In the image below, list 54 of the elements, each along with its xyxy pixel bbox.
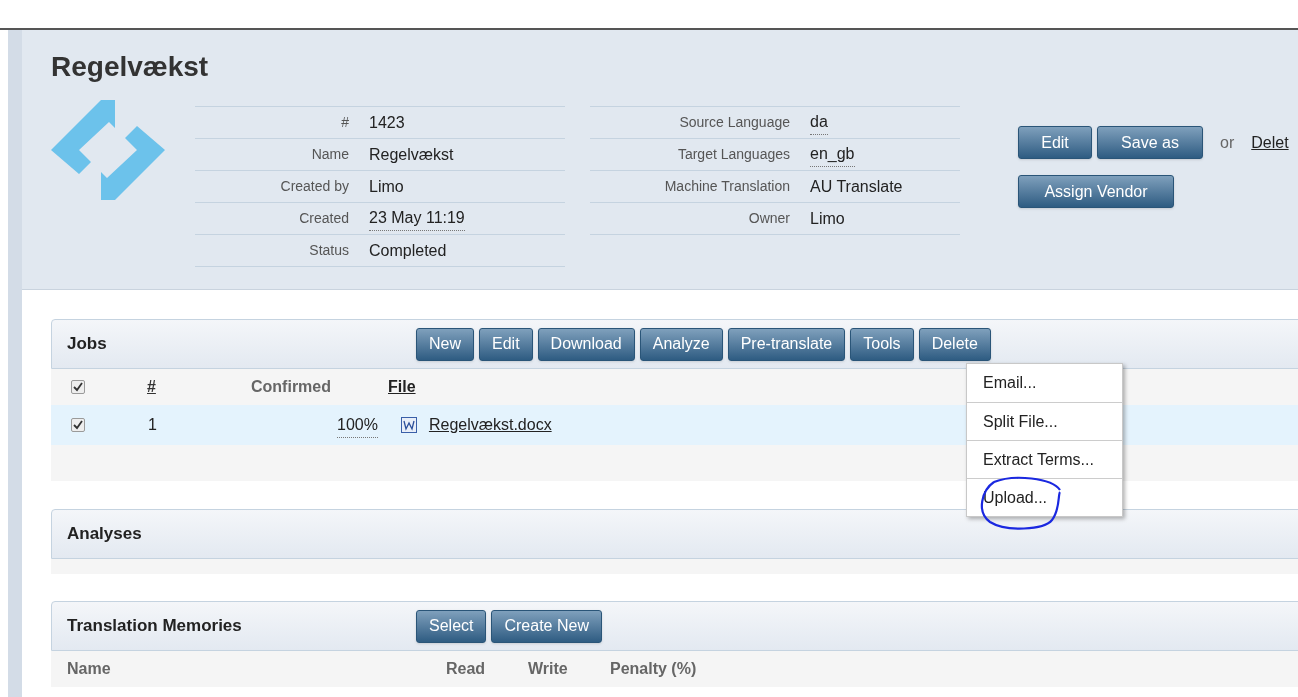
toolbar-button[interactable]: Edit (479, 327, 533, 361)
toolbar-button[interactable]: Create New (491, 609, 602, 643)
field-value: AU Translate (810, 176, 903, 197)
table-cell-text: 1 (147, 415, 158, 435)
field-label: Machine Translation (663, 177, 791, 196)
menu-item[interactable]: Split File... (967, 409, 1058, 434)
action-button[interactable]: Edit (1018, 126, 1092, 159)
field-value: Limo (369, 176, 404, 197)
column-header: Write (528, 659, 569, 679)
panel-title: Jobs (66, 333, 108, 356)
toolbar-button[interactable]: Analyze (639, 327, 723, 361)
toolbar-button[interactable]: Tools (850, 327, 914, 361)
field-label: Created (298, 209, 350, 228)
sync-arrows-icon (51, 100, 165, 200)
field-value: Limo (810, 208, 845, 229)
document-icon (400, 417, 417, 433)
menu-item[interactable]: Extract Terms... (967, 447, 1094, 472)
toolbar-button[interactable]: Select (416, 609, 487, 643)
field-label: Status (308, 241, 350, 260)
action-button[interactable]: Save as (1097, 126, 1203, 159)
field-value: da (810, 110, 828, 135)
field-label: Owner (747, 209, 791, 228)
project-title: Regelvækst (51, 50, 210, 84)
field-value: en_gb (810, 142, 855, 167)
field-value: Regelvækst (369, 144, 454, 165)
toolbar-button[interactable]: New (416, 327, 474, 361)
field-label: # (340, 113, 350, 132)
panel-title: Translation Memories (66, 615, 243, 638)
checkbox[interactable] (71, 380, 85, 394)
column-header: Penalty (%) (610, 659, 697, 679)
toolbar-button[interactable]: Pre-translate (727, 327, 846, 361)
field-label: Created by (279, 177, 350, 196)
field-value: 23 May 11:19 (369, 206, 465, 231)
column-header[interactable]: File (388, 375, 416, 399)
field-value: 1423 (369, 112, 405, 133)
table-cell: 100% (337, 412, 378, 438)
toolbar-button[interactable]: Download (537, 327, 635, 361)
delete-link[interactable]: Delet (1251, 130, 1289, 155)
panel-title: Analyses (66, 523, 143, 546)
field-value: Completed (369, 240, 447, 261)
column-header: Confirmed (251, 377, 332, 397)
toolbar-button[interactable]: Delete (918, 327, 991, 361)
menu-item[interactable]: Upload... (967, 485, 1048, 510)
menu-item[interactable]: Email... (967, 371, 1037, 395)
field-label: Source Language (678, 113, 791, 132)
field-label: Name (310, 145, 350, 164)
column-header: Name (66, 659, 112, 679)
checkbox[interactable] (71, 418, 85, 432)
file-link[interactable]: Regelvækst.docx (428, 413, 552, 437)
column-header[interactable]: # (101, 375, 251, 399)
column-header: Read (446, 659, 487, 679)
field-label: Target Languages (676, 145, 791, 164)
or-text: or (1220, 132, 1235, 153)
assign-vendor-button[interactable]: Assign Vendor (1018, 175, 1174, 208)
